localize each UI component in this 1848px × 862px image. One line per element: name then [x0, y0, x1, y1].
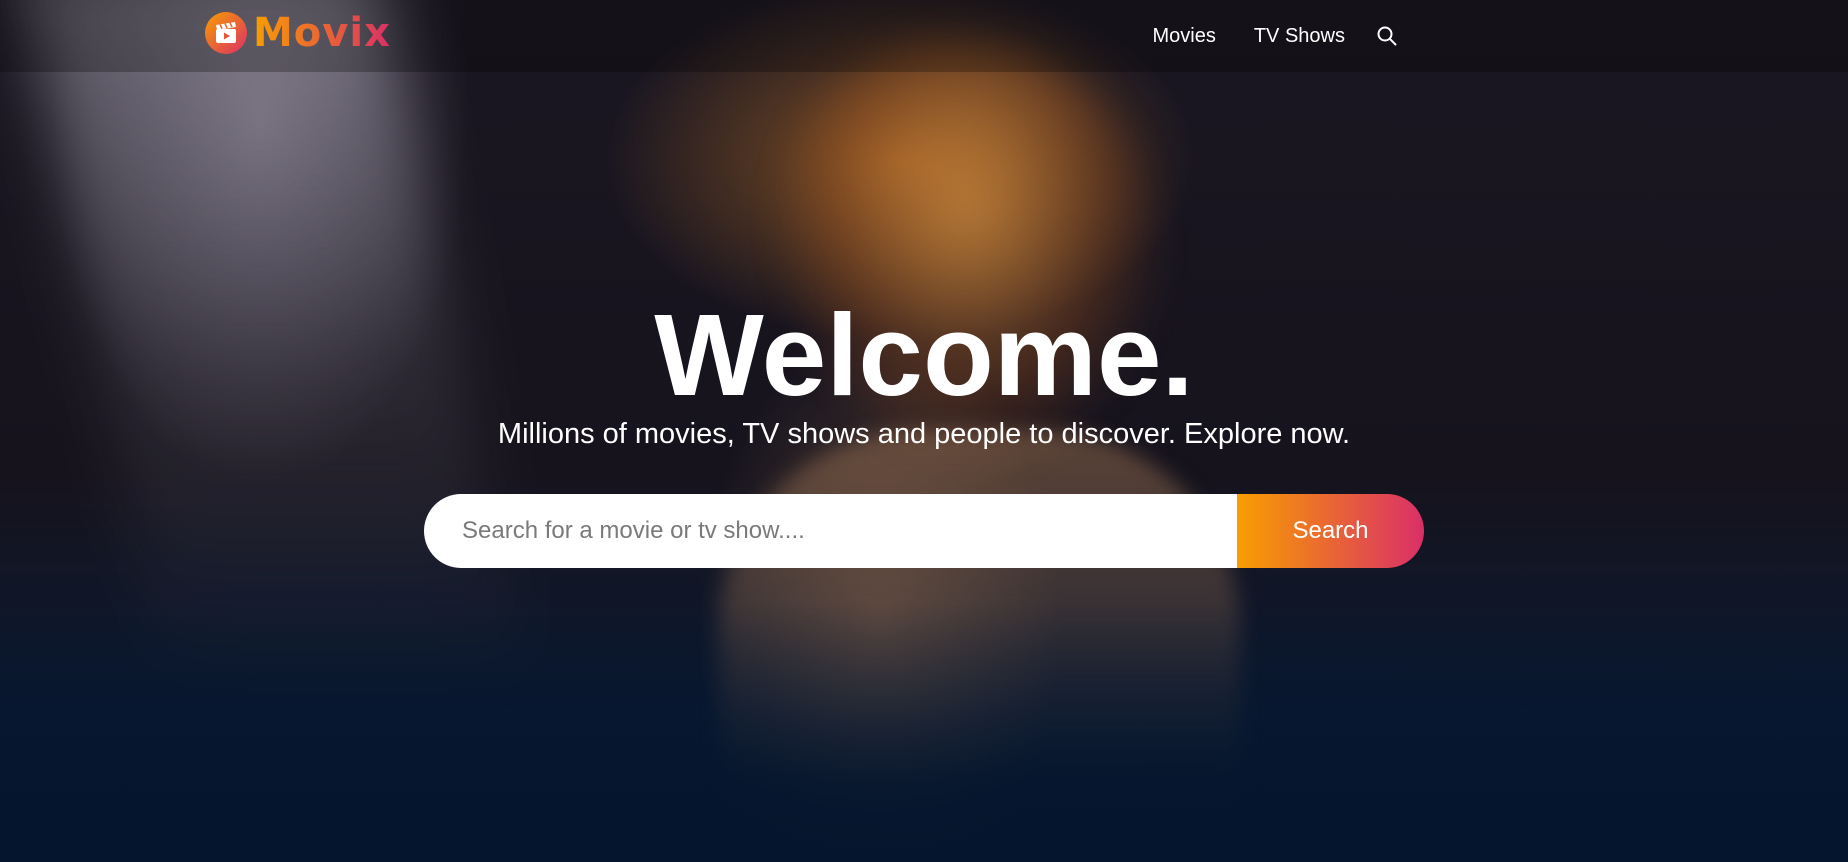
logo-text: Movix [253, 10, 391, 56]
hero-content: Welcome. Millions of movies, TV shows an… [0, 290, 1848, 452]
nav-item-tv-shows[interactable]: TV Shows [1235, 0, 1364, 72]
hero-search-bar: Search [424, 494, 1424, 568]
logo[interactable]: Movix [205, 12, 391, 54]
search-input[interactable] [424, 494, 1237, 568]
clapperboard-play-icon [205, 12, 247, 54]
search-button[interactable]: Search [1237, 494, 1424, 568]
search-icon[interactable] [1376, 25, 1398, 47]
nav-item-movies[interactable]: Movies [1133, 0, 1234, 72]
hero-banner: Movix Movies TV Shows Welcome. Millions … [0, 0, 1848, 862]
hero-subtitle: Millions of movies, TV shows and people … [497, 418, 1351, 450]
site-header: Movix Movies TV Shows [0, 0, 1848, 72]
main-nav: Movies TV Shows [1133, 0, 1848, 72]
hero-bottom-fade [0, 602, 1848, 862]
hero-title: Welcome. [654, 290, 1194, 420]
